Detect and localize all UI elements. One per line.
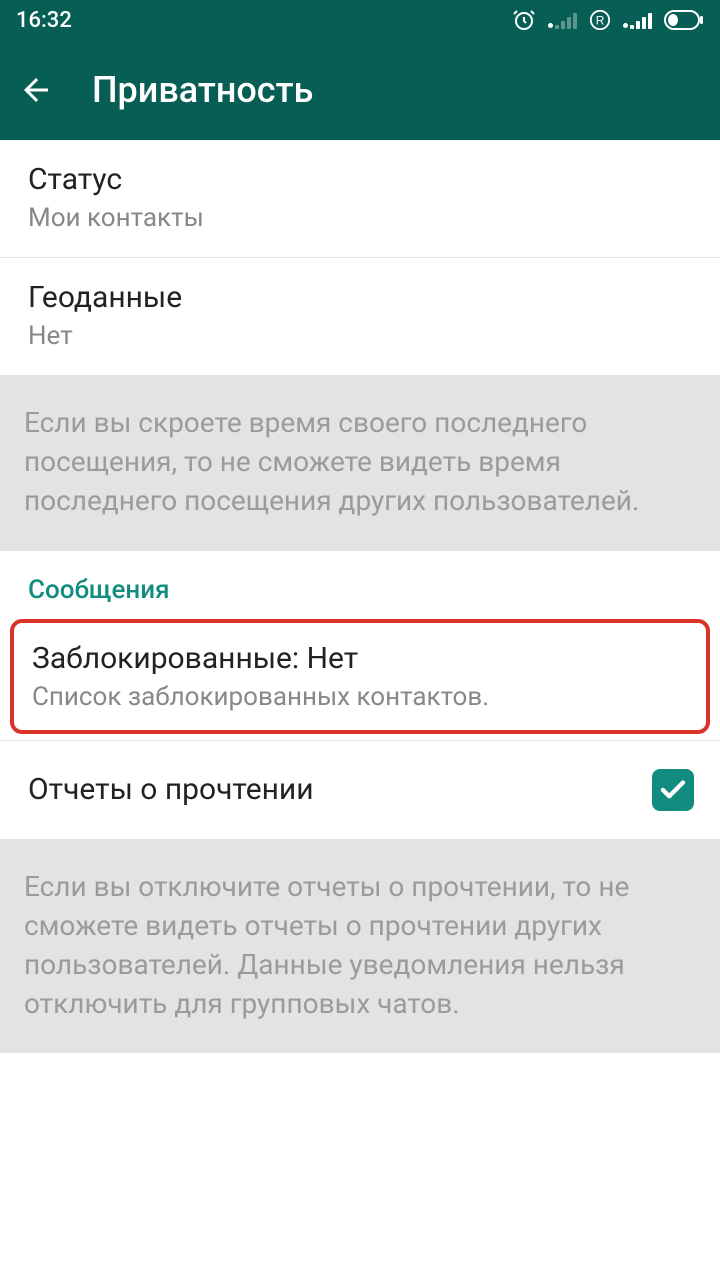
signal-full-icon [623, 11, 652, 29]
page-title: Приватность [92, 69, 313, 111]
status-time: 16:32 [16, 8, 72, 33]
setting-geodata-value: Нет [28, 321, 692, 351]
alarm-icon [512, 8, 536, 32]
read-receipts-info: Если вы отключите отчеты о прочтении, то… [0, 839, 720, 1054]
setting-status-title: Статус [28, 162, 692, 197]
app-bar: Приватность [0, 40, 720, 140]
setting-status-value: Мои контакты [28, 203, 692, 233]
setting-read-receipts[interactable]: Отчеты о прочтении [0, 741, 720, 839]
status-icons: R [512, 8, 704, 32]
setting-geodata[interactable]: Геоданные Нет [0, 258, 720, 375]
setting-status[interactable]: Статус Мои контакты [0, 140, 720, 258]
setting-geodata-title: Геоданные [28, 280, 692, 315]
status-bar: 16:32 R [0, 0, 720, 40]
setting-blocked-title: Заблокированные: Нет [32, 641, 688, 676]
setting-blocked-sub: Список заблокированных контактов. [32, 682, 688, 712]
read-receipts-checkbox[interactable] [652, 769, 694, 811]
registered-icon: R [589, 9, 611, 31]
battery-icon [664, 10, 704, 30]
read-receipts-label: Отчеты о прочтении [28, 772, 314, 807]
setting-blocked[interactable]: Заблокированные: Нет Список заблокирован… [10, 619, 710, 734]
last-seen-info: Если вы скроете время своего последнего … [0, 375, 720, 551]
signal-weak-icon [548, 11, 577, 29]
svg-text:R: R [596, 14, 605, 28]
back-button[interactable] [18, 72, 54, 108]
section-messages-header: Сообщения [0, 551, 720, 615]
